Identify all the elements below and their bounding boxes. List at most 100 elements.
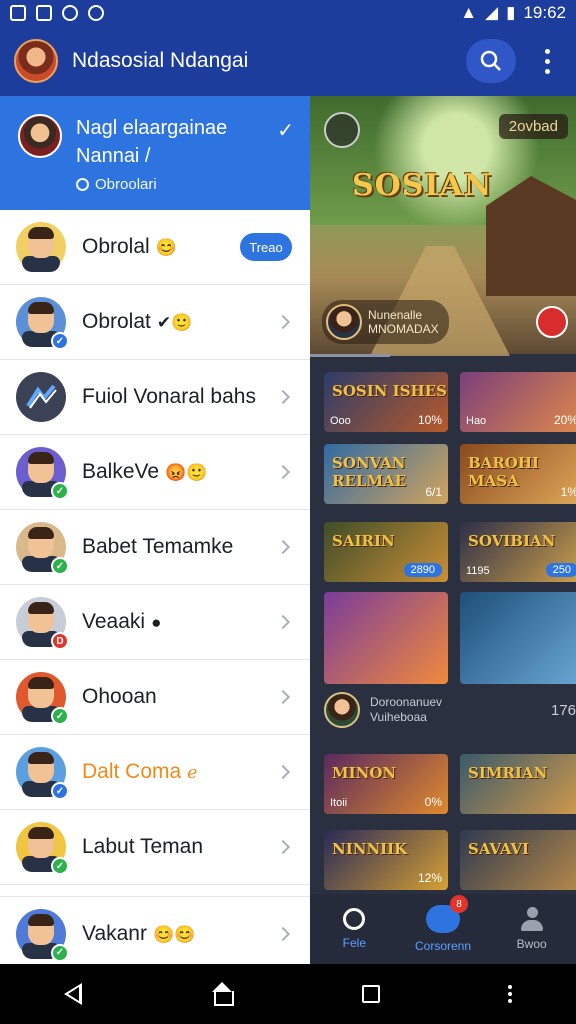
contact-name: Dalt Coma ℯ [82, 760, 198, 783]
clock: 19:62 [523, 3, 566, 22]
chevron-right-icon [275, 314, 291, 330]
list-item[interactable]: ✓ BalkeVe 😡🙂 [0, 435, 310, 510]
game-tile[interactable]: NINNIIK 12% [324, 830, 448, 890]
status-emoji: ✔🙂 [156, 313, 193, 332]
tile-value: 10% [417, 413, 442, 427]
app-title: Ndasosial Ndangai [72, 49, 249, 72]
game-tile[interactable]: BAROHI MASA1% [460, 444, 576, 504]
streamer-handle: Vuiheboaa [370, 710, 427, 724]
streamer-name: Doroonanuev [370, 695, 443, 709]
game-tile[interactable]: SOSIN ISHES Ooo 10% [324, 372, 448, 432]
system-nav-bar [0, 964, 576, 1024]
search-button[interactable] [466, 39, 516, 83]
online-badge-icon: ✓ [51, 857, 69, 875]
profile-avatar[interactable] [14, 39, 58, 83]
more-options-button[interactable] [532, 39, 562, 83]
home-icon[interactable] [210, 982, 234, 1006]
user-subname: Nannai / [76, 145, 151, 167]
user-name: Nagl elaargainae [76, 117, 228, 139]
chat-list: Obrolal 😊 Treao ✓ Obrolat ✔🙂 Fuiol Vonaral bah… [0, 210, 310, 885]
chevron-right-icon [275, 839, 291, 855]
tab-feed[interactable]: Fele [310, 894, 399, 964]
person-icon [520, 907, 543, 931]
game-tile[interactable] [460, 592, 576, 684]
game-tile[interactable]: SAIRIN 2890 [324, 522, 448, 582]
tile-label: Hao [466, 415, 487, 427]
featured-host[interactable]: Nunenalle MNOMADAX [322, 300, 449, 344]
list-item[interactable]: Fuiol Vonaral bahs [0, 360, 310, 435]
online-badge-icon: ✓ [51, 482, 69, 500]
game-tile[interactable] [324, 592, 448, 684]
featured-stream[interactable]: SOSIAN 2ovbad Nunenalle MNOMADAX [310, 96, 576, 356]
game-tile[interactable]: SONVAN RELMAE 6/1 [324, 444, 448, 504]
host-handle: MNOMADAX [368, 322, 439, 336]
chevron-right-icon [275, 464, 291, 480]
chat-bubble-icon: 8 [426, 895, 468, 933]
contact-name: Obrolal 😊 [82, 235, 177, 258]
streamer-row[interactable]: Doroonanuev Vuiheboaa 176 [324, 692, 576, 728]
chevron-right-icon [275, 614, 291, 630]
contact-avatar: ✓ [16, 747, 69, 800]
list-item[interactable]: ✓ Dalt Coma ℯ [0, 735, 310, 810]
search-icon [480, 50, 501, 71]
game-tile[interactable]: MINON Itoii 0% [324, 754, 448, 814]
live-record-icon[interactable] [536, 306, 568, 338]
new-message-pill[interactable]: Treao [240, 233, 292, 261]
contact-name: Vakanr 😊😊 [82, 921, 196, 945]
recent-apps-icon[interactable] [362, 985, 380, 1003]
list-item[interactable]: ✓ Vakanr 😊😊 [0, 896, 310, 964]
contact-name: Ohooan [82, 685, 157, 708]
search-tab-icon [343, 908, 366, 930]
contact-avatar: ✓ [16, 822, 69, 875]
list-item[interactable]: ✓ Obrolat ✔🙂 [0, 285, 310, 360]
game-tile[interactable]: SIMRIAN [460, 754, 576, 814]
tile-value: 12% [417, 871, 442, 885]
verified-badge-icon: ✓ [51, 332, 69, 350]
contact-avatar: ✓ [16, 672, 69, 725]
unread-badge: 8 [450, 895, 468, 913]
list-item[interactable]: ✓ Ohooan [0, 660, 310, 735]
timer-icon [324, 112, 360, 148]
streamer-count: 176 [550, 701, 576, 719]
contact-avatar: ✓ [16, 447, 69, 500]
contact-avatar: ✓ [16, 297, 69, 350]
game-tile[interactable]: SAVAVI [460, 830, 576, 890]
list-item[interactable]: ✓ Babet Temamke [0, 510, 310, 585]
back-icon[interactable] [64, 983, 82, 1005]
host-name: Nunenalle [368, 308, 423, 322]
contact-name: Obrolat ✔🙂 [82, 310, 193, 333]
status-bar: ▲ ◢ ▮ 19:62 [0, 0, 576, 26]
drawer-header[interactable]: Nagl elaargainae Nannai / Obroolari ✓ [0, 96, 310, 210]
chevron-right-icon [275, 926, 291, 941]
list-item[interactable]: D Veaaki ● [0, 585, 310, 660]
tile-art-title: SOVIBIAN [468, 532, 556, 550]
tab-conversation[interactable]: 8 Corsorenn [399, 894, 488, 964]
tile-label: Ooo [330, 415, 351, 427]
tile-value: 6/1 [425, 485, 442, 499]
contact-avatar [16, 372, 66, 422]
status-emoji: 😡🙂 [165, 463, 208, 482]
tile-art-title: SOSIN ISHES [332, 382, 447, 400]
online-badge-icon: ✓ [51, 707, 69, 725]
tab-profile[interactable]: Bwoo [487, 894, 576, 964]
game-tile[interactable]: SOVIBIAN 1195 250 [460, 522, 576, 582]
tile-value: 0% [424, 795, 442, 809]
tile-art-title: SAVAVI [468, 840, 530, 858]
tile-chip: 2890 [403, 563, 442, 577]
list-item[interactable]: Obrolal 😊 Treao [0, 210, 310, 285]
user-status: Obroolari [76, 176, 227, 193]
clock-icon [76, 178, 89, 191]
list-item[interactable]: ✓ Labut Teman [0, 810, 310, 885]
navigation-drawer: Nagl elaargainae Nannai / Obroolari ✓ Ob… [0, 96, 310, 964]
online-badge-icon: ✓ [51, 943, 69, 962]
tile-value: 1% [560, 485, 576, 499]
featured-tag: 2ovbad [498, 114, 568, 139]
game-tile[interactable]: Hao 20% [460, 372, 576, 432]
contact-avatar: ✓ [16, 522, 69, 575]
chevron-right-icon [275, 539, 291, 555]
contact-name: Babet Temamke [82, 535, 234, 558]
more-icon[interactable] [508, 985, 512, 1003]
app-logo-icon [26, 384, 57, 409]
edit-icon[interactable]: ✓ [277, 118, 294, 143]
tile-art-title: MINON [332, 764, 397, 782]
